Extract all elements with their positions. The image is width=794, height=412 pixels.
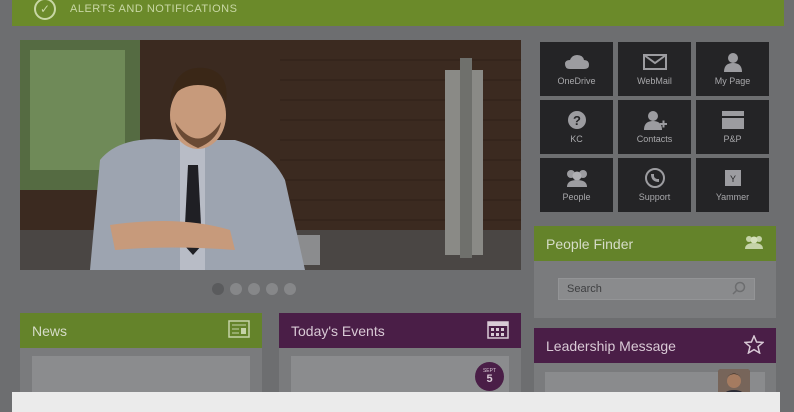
people-search-input[interactable]: Search	[558, 278, 755, 300]
carousel-dot-2[interactable]	[230, 283, 242, 295]
events-title: Today's Events	[291, 322, 385, 339]
person-icon	[723, 52, 743, 72]
tile-support[interactable]: Support	[618, 158, 691, 212]
tile-label: WebMail	[637, 76, 672, 86]
tile-label: My Page	[714, 76, 751, 86]
tile-pp[interactable]: P&P	[696, 100, 769, 154]
news-title: News	[32, 322, 68, 339]
tile-label: P&P	[723, 134, 742, 144]
page-edge	[780, 392, 794, 412]
tile-label: KC	[570, 134, 583, 144]
carousel-dot-5[interactable]	[284, 283, 296, 295]
carousel-dots	[212, 283, 296, 295]
calendar-icon	[487, 319, 509, 342]
tile-label: People	[562, 192, 591, 202]
tile-webmail[interactable]: WebMail	[618, 42, 691, 96]
hero-carousel[interactable]	[20, 40, 521, 270]
yammer-icon: Y	[724, 168, 741, 188]
tile-kc[interactable]: ? KC	[540, 100, 613, 154]
quick-links-grid: OneDrive WebMail My Page ? KC Contacts P…	[540, 42, 771, 212]
folder-icon	[721, 110, 744, 130]
tile-label: Support	[638, 192, 671, 202]
events-header: Today's Events	[279, 313, 521, 348]
news-header: News	[20, 313, 262, 348]
alerts-title: ALERTS AND NOTIFICATIONS	[70, 3, 238, 15]
tile-label: OneDrive	[557, 76, 596, 86]
tile-contacts[interactable]: Contacts	[618, 100, 691, 154]
hero-image	[20, 40, 521, 270]
alerts-bar[interactable]: ✓ ALERTS AND NOTIFICATIONS	[12, 0, 784, 26]
tile-onedrive[interactable]: OneDrive	[540, 42, 613, 96]
group-icon	[744, 235, 764, 252]
tile-people[interactable]: People	[540, 158, 613, 212]
svg-text:Y: Y	[729, 174, 735, 184]
leadership-title: Leadership Message	[546, 337, 676, 354]
tile-label: Contacts	[636, 134, 673, 144]
event-date-badge: SEPT 5	[475, 362, 504, 391]
carousel-dot-3[interactable]	[248, 283, 260, 295]
star-icon[interactable]	[743, 333, 765, 357]
leadership-message-header: Leadership Message	[534, 328, 776, 363]
svg-text:?: ?	[573, 113, 581, 128]
carousel-dot-1[interactable]	[212, 283, 224, 295]
search-icon[interactable]	[732, 281, 746, 298]
bottom-overlay	[12, 392, 780, 412]
event-day: 5	[486, 372, 493, 385]
tile-yammer[interactable]: Y Yammer	[696, 158, 769, 212]
tile-my-page[interactable]: My Page	[696, 42, 769, 96]
search-placeholder: Search	[567, 283, 602, 295]
carousel-dot-4[interactable]	[266, 283, 278, 295]
people-finder-title: People Finder	[546, 235, 634, 252]
people-finder-header: People Finder	[534, 226, 776, 261]
newspaper-icon	[228, 320, 250, 341]
check-circle-icon: ✓	[34, 0, 56, 20]
phone-icon	[644, 168, 665, 188]
tile-label: Yammer	[715, 192, 750, 202]
group-icon	[564, 168, 590, 188]
add-contact-icon	[643, 110, 667, 130]
question-icon: ?	[567, 110, 587, 130]
cloud-icon	[564, 52, 589, 72]
envelope-icon	[642, 52, 667, 72]
